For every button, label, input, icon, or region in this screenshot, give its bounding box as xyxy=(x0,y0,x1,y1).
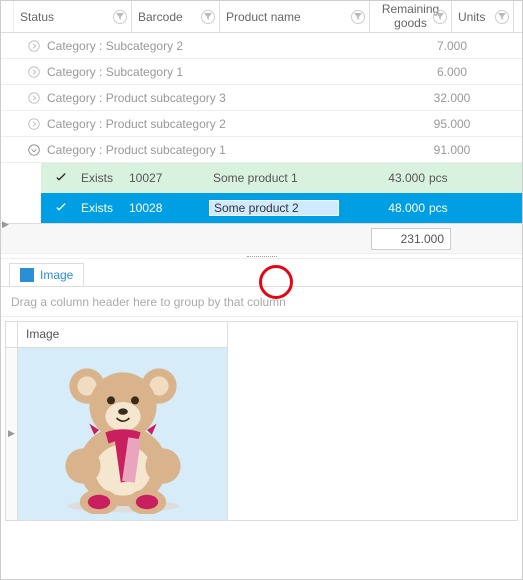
group-label: Category : Product subcategory 1 xyxy=(47,143,382,157)
group-summary: 32.000 xyxy=(382,91,522,105)
tab-image[interactable]: Image xyxy=(9,263,84,286)
cell-remaining: 43.000 xyxy=(339,171,429,185)
filter-icon[interactable] xyxy=(495,10,509,24)
cell-status: Exists xyxy=(81,171,129,185)
column-header-units[interactable]: Units xyxy=(452,1,514,32)
column-header-product[interactable]: Product name xyxy=(220,1,370,32)
cell-units: pcs xyxy=(429,201,469,215)
group-row[interactable]: Category : Product subcategory 295.000 xyxy=(1,111,522,137)
filter-icon[interactable] xyxy=(433,10,447,24)
expand-icon[interactable] xyxy=(21,39,47,53)
group-summary: 6.000 xyxy=(382,65,522,79)
group-summary: 7.000 xyxy=(382,39,522,53)
column-label: Product name xyxy=(226,10,301,24)
data-row[interactable]: Exists 10027 Some product 1 43.000 pcs xyxy=(41,163,522,193)
group-row[interactable]: Category : Subcategory 27.000 xyxy=(1,33,522,59)
data-row-selected[interactable]: Exists 10028 Some product 2 48.000 pcs xyxy=(41,193,522,223)
cell-remaining: 48.000 xyxy=(339,201,429,215)
current-row-marker-icon: ▶ xyxy=(8,428,15,439)
cell-product: Some product 1 xyxy=(209,171,339,185)
column-label: Units xyxy=(458,10,485,24)
image-icon xyxy=(20,268,34,282)
cell-status: Exists xyxy=(81,201,129,215)
cell-barcode: 10027 xyxy=(129,171,209,185)
row-indicator: ▶ xyxy=(6,348,18,520)
group-row[interactable]: Category : Product subcategory 332.000 xyxy=(1,85,522,111)
summary-row: 231.000 xyxy=(1,223,522,253)
column-label: Barcode xyxy=(138,10,183,24)
filter-icon[interactable] xyxy=(201,10,215,24)
annotation-circle xyxy=(259,265,293,299)
group-label: Category : Subcategory 1 xyxy=(47,65,382,79)
group-label: Category : Product subcategory 2 xyxy=(47,117,382,131)
group-summary: 95.000 xyxy=(382,117,522,131)
cell-units: pcs xyxy=(429,171,469,185)
column-label: Status xyxy=(20,10,54,24)
row-indicator-header xyxy=(1,1,14,32)
check-icon xyxy=(41,170,81,186)
group-label: Category : Product subcategory 3 xyxy=(47,91,382,105)
check-icon xyxy=(41,200,81,216)
group-row[interactable]: Category : Subcategory 16.000 xyxy=(1,59,522,85)
expand-icon[interactable] xyxy=(21,91,47,105)
column-header-status[interactable]: Status xyxy=(14,1,132,32)
filter-icon[interactable] xyxy=(113,10,127,24)
group-row[interactable]: Category : Product subcategory 191.000 xyxy=(1,137,522,163)
grid-header: Status Barcode Product name Remaining go… xyxy=(1,1,522,33)
row-indicator-header xyxy=(6,322,18,348)
tab-label: Image xyxy=(40,268,73,282)
collapse-icon[interactable] xyxy=(21,143,47,157)
image-cell[interactable] xyxy=(18,348,228,520)
cell-product-editing[interactable]: Some product 2 xyxy=(209,200,339,216)
expand-icon[interactable] xyxy=(21,117,47,131)
column-header-barcode[interactable]: Barcode xyxy=(132,1,220,32)
product-image xyxy=(43,354,203,514)
summary-total: 231.000 xyxy=(371,228,451,250)
current-row-marker-icon: ▶ xyxy=(2,219,9,230)
expand-icon[interactable] xyxy=(21,65,47,79)
filter-icon[interactable] xyxy=(351,10,365,24)
image-grid: Image ▶ xyxy=(5,321,518,521)
cell-barcode: 10028 xyxy=(129,201,209,215)
column-header-remaining[interactable]: Remaining goods xyxy=(370,1,452,32)
group-summary: 91.000 xyxy=(382,143,522,157)
group-label: Category : Subcategory 2 xyxy=(47,39,382,53)
column-header-image[interactable]: Image xyxy=(18,322,228,348)
